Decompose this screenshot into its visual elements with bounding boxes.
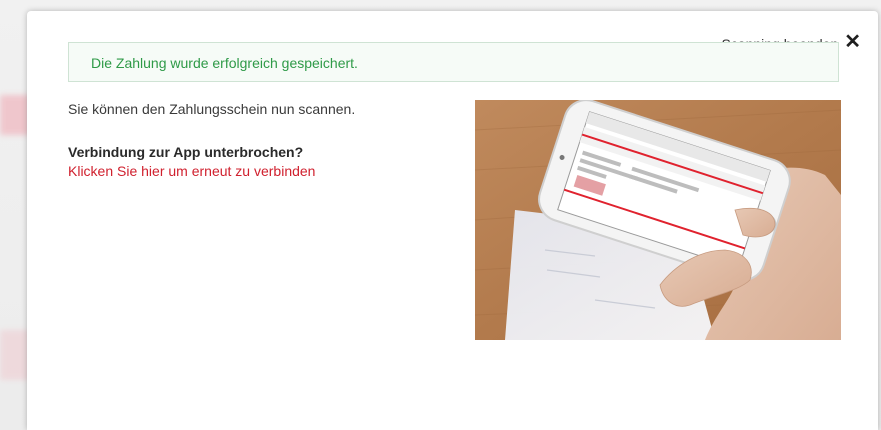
backdrop-stripe <box>0 95 30 135</box>
scan-instructions: Sie können den Zahlungsschein nun scanne… <box>68 101 356 117</box>
reconnect-link[interactable]: Klicken Sie hier um erneut zu verbinden <box>68 163 315 179</box>
reconnect-question: Verbindung zur App unterbrochen? <box>68 144 304 160</box>
close-icon[interactable]: ✕ <box>844 32 861 52</box>
success-alert: Die Zahlung wurde erfolgreich gespeicher… <box>68 42 839 82</box>
scan-modal: Scanning beenden ✕ Die Zahlung wurde erf… <box>27 11 878 430</box>
backdrop-stripe <box>0 330 30 380</box>
phone-scanning-image <box>475 100 841 340</box>
success-message: Die Zahlung wurde erfolgreich gespeicher… <box>91 55 358 71</box>
